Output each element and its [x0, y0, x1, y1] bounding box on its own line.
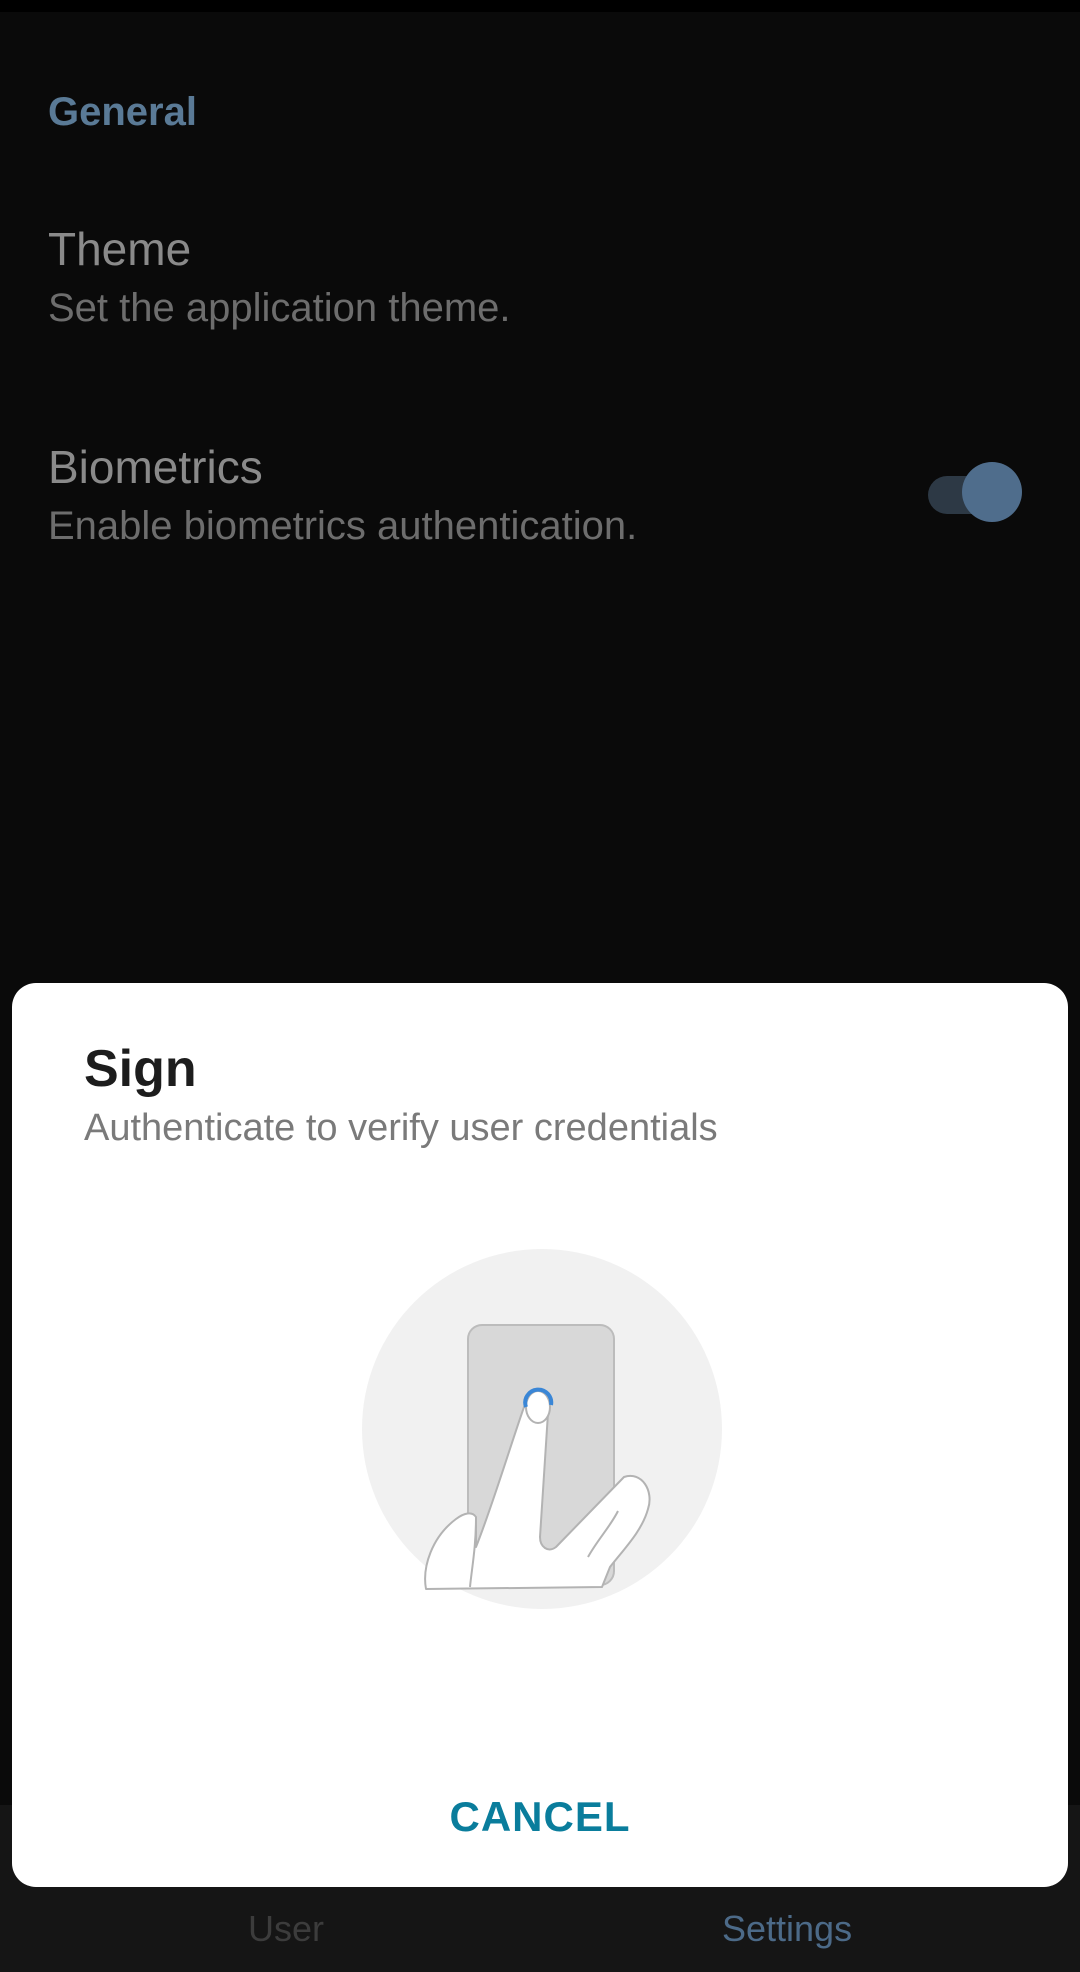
biometric-dialog: Sign Authenticate to verify user credent… — [12, 983, 1068, 1887]
fingerprint-sensor-icon — [360, 1247, 724, 1611]
dialog-subtitle: Authenticate to verify user credentials — [84, 1107, 718, 1149]
setting-subtitle-biometrics: Enable biometrics authentication. — [48, 504, 638, 548]
app-screen: General Theme Set the application theme.… — [0, 0, 1080, 1972]
biometrics-toggle[interactable] — [924, 462, 1022, 522]
section-header-general: General — [48, 90, 197, 134]
status-bar — [0, 0, 1080, 12]
toggle-thumb — [962, 462, 1022, 522]
dialog-title: Sign — [84, 1040, 197, 1098]
setting-title-theme: Theme — [48, 223, 192, 275]
cancel-button[interactable]: CANCEL — [440, 1781, 640, 1853]
setting-title-biometrics: Biometrics — [48, 441, 263, 493]
setting-subtitle-theme: Set the application theme. — [48, 286, 511, 330]
nav-item-user[interactable]: User — [248, 1908, 324, 1950]
nav-item-settings[interactable]: Settings — [722, 1908, 852, 1950]
